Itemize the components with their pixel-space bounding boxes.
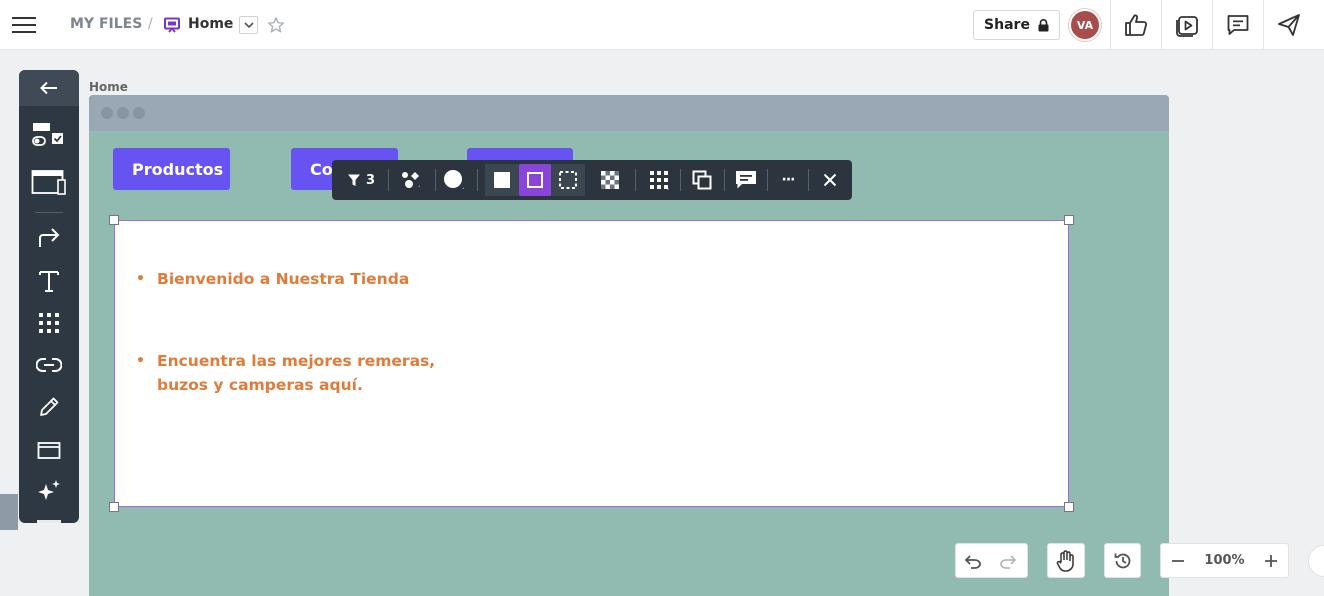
components-icon[interactable] — [19, 116, 79, 152]
border-only-button[interactable] — [519, 164, 551, 196]
toolbar-separator — [435, 169, 436, 191]
frame-icon[interactable] — [19, 432, 79, 468]
link-icon[interactable] — [19, 347, 79, 383]
bullet-marker: • — [136, 271, 145, 287]
comment-icon — [736, 171, 756, 189]
pen-icon[interactable] — [19, 389, 79, 425]
history-icon — [1114, 553, 1130, 568]
avatar-initials: VA — [1076, 18, 1094, 32]
close-icon — [823, 173, 837, 187]
comment-button[interactable] — [730, 160, 762, 200]
toolbar-scroll-indicator — [37, 520, 61, 523]
window-dot — [101, 107, 113, 119]
toolbar-separator — [808, 169, 809, 191]
hand-icon — [1056, 549, 1074, 572]
bullet-text[interactable]: buzos y camperas aquí. — [157, 373, 363, 397]
toolbar-separator — [477, 169, 478, 191]
zoom-in-icon[interactable] — [1264, 554, 1278, 568]
bullet-marker: • — [136, 353, 145, 369]
paper-plane-icon — [1278, 14, 1300, 36]
solid-fill-button[interactable] — [487, 160, 517, 200]
toolbar-separator — [388, 169, 389, 191]
nav-button-label: Co — [310, 159, 333, 179]
bullet-text[interactable]: Bienvenido a Nuestra Tienda — [157, 267, 409, 291]
star-icon[interactable] — [267, 16, 285, 34]
menu-icon[interactable] — [12, 15, 36, 35]
resize-handle-top-left[interactable] — [109, 215, 119, 225]
presentation-icon — [164, 17, 180, 33]
video-play-icon — [1176, 16, 1198, 37]
title-dropdown[interactable] — [239, 16, 258, 34]
undo-icon[interactable] — [962, 551, 982, 569]
browser-title-bar — [89, 95, 1169, 131]
bullet-text[interactable]: Encuentra las mejores remeras, — [157, 349, 435, 373]
chevron-down-icon — [243, 22, 254, 28]
bullet-item[interactable]: • — [136, 348, 145, 373]
more-options-button[interactable]: ··· — [773, 160, 803, 200]
pan-hand-button[interactable] — [1047, 543, 1085, 578]
grid-icon[interactable] — [19, 305, 79, 341]
shapes-button[interactable] — [394, 160, 428, 200]
breadcrumb-separator: / — [148, 16, 153, 32]
share-label: Share — [984, 17, 1030, 33]
more-options-icon: ··· — [781, 172, 796, 188]
page-title[interactable]: Home — [188, 16, 233, 32]
lock-icon — [1038, 18, 1049, 31]
text-icon[interactable] — [19, 263, 79, 299]
toolbar-separator — [635, 169, 636, 191]
dashed-square-icon — [559, 171, 577, 189]
browser-window-icon[interactable] — [19, 164, 79, 200]
present-button[interactable] — [1162, 0, 1212, 50]
magic-sparkle-icon[interactable] — [19, 473, 79, 509]
share-button[interactable]: Share — [973, 10, 1060, 40]
bullet-item[interactable]: • — [136, 266, 145, 291]
zoom-out-icon[interactable] — [1171, 554, 1185, 568]
history-button[interactable] — [1104, 543, 1141, 578]
grid-icon — [650, 171, 669, 190]
duplicate-button[interactable] — [686, 160, 718, 200]
color-circle-icon — [444, 170, 464, 189]
dashed-border-button[interactable] — [553, 160, 583, 200]
fill-color-button[interactable] — [440, 160, 468, 200]
breadcrumb-my-files[interactable]: MY FILES — [70, 16, 142, 32]
toolbar-separator — [767, 169, 768, 191]
toolbar-separator — [724, 169, 725, 191]
resize-handle-top-right[interactable] — [1064, 215, 1074, 225]
frame-label[interactable]: Home — [89, 80, 128, 94]
window-dot — [133, 107, 145, 119]
back-arrow-icon[interactable] — [19, 70, 79, 106]
comment-icon — [1227, 15, 1249, 35]
side-panel-tab[interactable] — [0, 494, 18, 530]
resize-handle-bottom-left[interactable] — [109, 502, 119, 512]
toolbar-separator — [680, 169, 681, 191]
filter-icon — [347, 174, 360, 186]
filter-count: 3 — [365, 172, 376, 188]
transparency-button[interactable] — [594, 160, 626, 200]
filter-button[interactable]: 3 — [340, 160, 382, 200]
avatar[interactable]: VA — [1069, 9, 1101, 41]
comments-button[interactable] — [1213, 0, 1263, 50]
nav-button-label: Productos — [132, 159, 224, 179]
redo-icon[interactable] — [999, 551, 1019, 569]
toolbar-divider — [35, 212, 63, 213]
connector-arrow-icon[interactable] — [19, 220, 79, 256]
text-box-selected[interactable]: • Bienvenido a Nuestra Tienda • Encuentr… — [114, 220, 1069, 507]
outline-square-icon — [527, 172, 543, 188]
window-dot — [117, 107, 129, 119]
like-button[interactable] — [1111, 0, 1161, 50]
zoom-control: 100% — [1160, 543, 1289, 578]
layout-grid-button[interactable] — [642, 160, 676, 200]
zoom-level[interactable]: 100% — [1204, 553, 1244, 568]
solid-square-icon — [494, 172, 510, 188]
shapes-icon — [402, 172, 420, 188]
thumbs-up-icon — [1125, 14, 1148, 36]
close-toolbar-button[interactable] — [814, 160, 846, 200]
nav-button-productos[interactable]: Productos — [113, 148, 230, 190]
send-button[interactable] — [1264, 0, 1314, 50]
fit-view-button[interactable] — [1308, 545, 1324, 577]
context-toolbar: 3 ··· — [332, 160, 852, 200]
copy-icon — [692, 170, 712, 190]
resize-handle-bottom-right[interactable] — [1064, 502, 1074, 512]
transparency-icon — [601, 171, 619, 189]
